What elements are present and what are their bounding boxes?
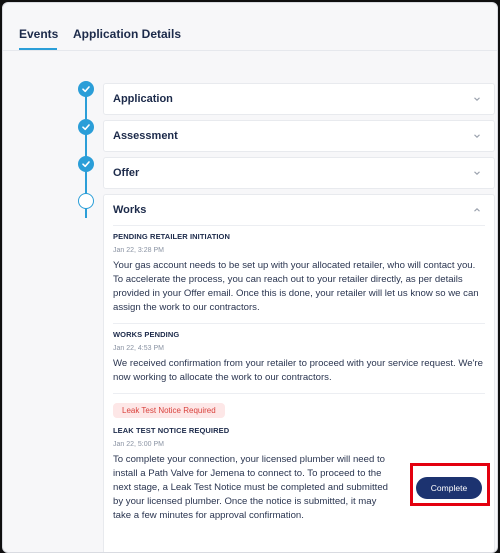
- event-title: WORKS PENDING: [113, 330, 180, 339]
- event-title: PENDING RETAILER INITIATION: [113, 232, 231, 241]
- step-title: Assessment: [113, 130, 178, 142]
- event-title: LEAK TEST NOTICE REQUIRED: [113, 426, 230, 435]
- step-header-application[interactable]: Application: [104, 84, 494, 114]
- event-description: To complete your connection, your licens…: [113, 454, 388, 521]
- step-header-offer[interactable]: Offer: [104, 158, 494, 188]
- chevron-up-icon: [474, 208, 480, 212]
- step-card-offer[interactable]: Offer: [103, 157, 495, 189]
- step-title: Application: [113, 93, 173, 105]
- step-card-application[interactable]: Application: [103, 83, 495, 115]
- status-badge: Leak Test Notice Required: [113, 403, 225, 418]
- tab-bar-divider: [3, 50, 497, 51]
- tab-application-details[interactable]: Application Details: [73, 27, 181, 41]
- event-description: We received confirmation from your retai…: [113, 358, 483, 383]
- current-step-icon: [78, 193, 94, 209]
- event-date: Jan 22, 5:00 PM: [113, 441, 164, 448]
- chevron-down-icon: [474, 97, 480, 101]
- events-panel: Events Application Details Application A…: [2, 2, 498, 553]
- event-item: WORKS PENDING Jan 22, 4:53 PM We receive…: [113, 323, 485, 393]
- chevron-down-icon: [474, 134, 480, 138]
- step-header-works[interactable]: Works: [104, 195, 494, 225]
- event-item: Leak Test Notice Required LEAK TEST NOTI…: [113, 393, 485, 531]
- step-title: Works: [113, 204, 147, 216]
- check-icon: [78, 81, 94, 97]
- tab-events[interactable]: Events: [19, 27, 58, 41]
- highlight-annotation: [410, 463, 490, 506]
- event-item: PENDING RETAILER INITIATION Jan 22, 3:28…: [113, 225, 485, 323]
- event-date: Jan 22, 4:53 PM: [113, 345, 164, 352]
- step-title: Offer: [113, 167, 140, 179]
- step-card-assessment[interactable]: Assessment: [103, 120, 495, 152]
- check-icon: [78, 156, 94, 172]
- step-header-assessment[interactable]: Assessment: [104, 121, 494, 151]
- check-icon: [78, 119, 94, 135]
- tab-bar: Events Application Details: [3, 3, 497, 51]
- chevron-down-icon: [474, 171, 480, 175]
- event-date: Jan 22, 3:28 PM: [113, 247, 164, 254]
- event-description: Your gas account needs to be set up with…: [113, 260, 479, 313]
